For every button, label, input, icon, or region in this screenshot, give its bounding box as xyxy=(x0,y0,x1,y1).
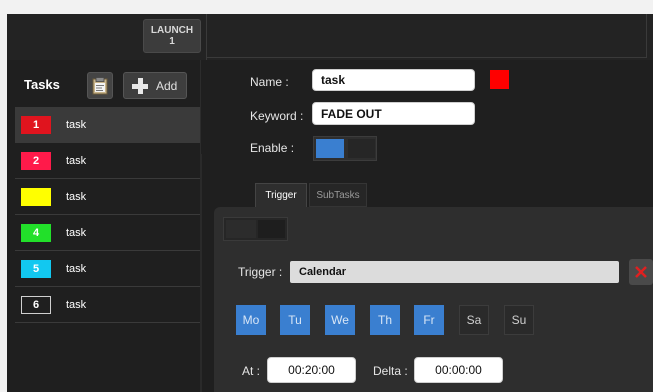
day-toggle-su[interactable]: Su xyxy=(504,305,534,335)
trigger-enable-toggle[interactable] xyxy=(223,217,288,241)
import-tasks-button[interactable] xyxy=(87,72,113,99)
task-name: task xyxy=(66,190,87,203)
task-color-swatch[interactable] xyxy=(490,70,509,89)
close-icon xyxy=(635,266,647,278)
task-number-badge: 4 xyxy=(21,223,51,242)
launch-button[interactable]: LAUNCH 1 xyxy=(143,19,201,53)
trigger-label: Trigger : xyxy=(238,265,283,279)
enable-label: Enable : xyxy=(250,141,295,155)
task-name: task xyxy=(66,262,87,275)
enable-toggle[interactable] xyxy=(313,136,377,161)
task-name: task xyxy=(66,226,87,239)
task-name: task xyxy=(66,118,87,131)
keyword-input[interactable]: FADE OUT xyxy=(312,102,475,125)
name-label: Name : xyxy=(250,75,289,89)
tasks-title: Tasks xyxy=(24,77,60,92)
launch-label: LAUNCH xyxy=(150,25,194,36)
app-window: LAUNCH 1 Tasks Add 1 task 2 task 3 task … xyxy=(7,14,653,392)
plus-icon xyxy=(132,77,148,94)
toggle-track xyxy=(258,220,285,238)
keyword-label: Keyword : xyxy=(250,109,304,123)
task-row-1[interactable]: 1 task xyxy=(15,107,200,143)
name-input[interactable]: task xyxy=(312,69,475,91)
day-toggle-th[interactable]: Th xyxy=(370,305,400,335)
toggle-knob xyxy=(226,220,256,238)
add-task-label: Add xyxy=(156,78,178,93)
day-toggle-fr[interactable]: Fr xyxy=(414,305,444,335)
clear-trigger-button[interactable] xyxy=(629,259,653,285)
at-label: At : xyxy=(242,364,261,378)
task-row-4[interactable]: 4 task xyxy=(15,215,200,251)
task-row-3[interactable]: 3 task xyxy=(15,179,200,215)
day-toggle-sa[interactable]: Sa xyxy=(459,305,489,335)
task-number-badge: 6 xyxy=(21,295,51,314)
task-number-badge: 1 xyxy=(21,115,51,134)
delta-label: Delta : xyxy=(373,364,408,378)
toggle-knob xyxy=(316,139,344,158)
sidebar-scrollbar[interactable] xyxy=(200,154,202,392)
launch-number: 1 xyxy=(169,36,175,47)
tab-subtasks[interactable]: SubTasks xyxy=(309,183,367,207)
task-number-badge: 5 xyxy=(21,259,51,278)
trigger-type-select[interactable]: Calendar xyxy=(290,261,619,283)
task-list: 1 task 2 task 3 task 4 task 5 task 6 tas… xyxy=(15,107,200,323)
add-task-button[interactable]: Add xyxy=(123,72,187,99)
clipboard-icon xyxy=(92,76,108,94)
task-row-5[interactable]: 5 task xyxy=(15,251,200,287)
task-row-2[interactable]: 2 task xyxy=(15,143,200,179)
task-name: task xyxy=(66,154,87,167)
at-time-input[interactable]: 00:20:00 xyxy=(267,357,356,383)
delta-time-input[interactable]: 00:00:00 xyxy=(414,357,503,383)
day-toggle-we[interactable]: We xyxy=(325,305,355,335)
day-toggle-mo[interactable]: Mo xyxy=(236,305,266,335)
top-bar: LAUNCH 1 xyxy=(7,14,653,60)
task-row-6[interactable]: 6 task xyxy=(15,287,200,323)
task-number-badge: 3 xyxy=(21,187,51,206)
task-number-badge: 2 xyxy=(21,151,51,170)
day-toggle-tu[interactable]: Tu xyxy=(280,305,310,335)
toggle-track xyxy=(348,139,375,158)
tab-trigger[interactable]: Trigger xyxy=(255,183,307,207)
task-name: task xyxy=(66,298,87,311)
top-right-area xyxy=(207,14,647,58)
